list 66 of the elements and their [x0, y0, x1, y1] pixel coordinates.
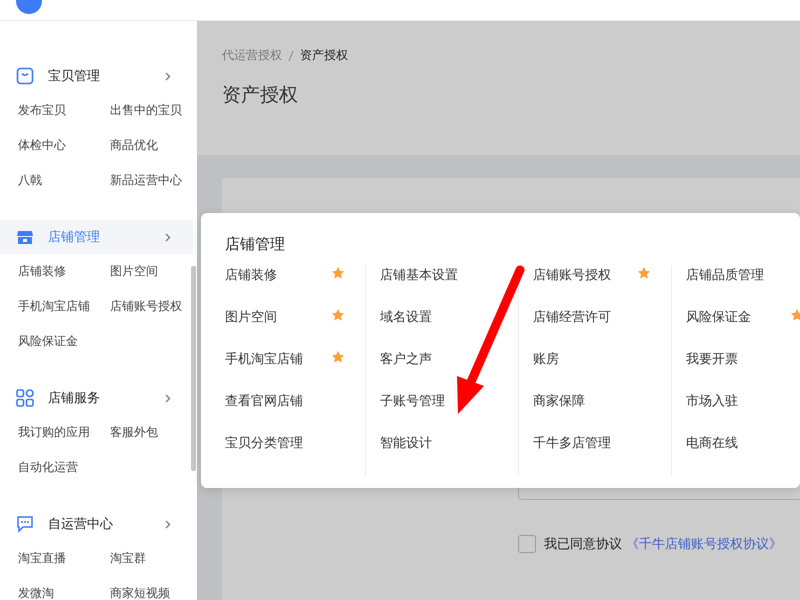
chat-icon [16, 515, 34, 533]
sidebar-item[interactable]: 发布宝贝 [18, 93, 66, 128]
menu-title: 店铺管理 [225, 235, 286, 254]
scrollbar[interactable] [191, 266, 196, 471]
sidebar-item[interactable]: 淘宝群 [110, 541, 146, 576]
menu-item[interactable]: 商家保障 [533, 392, 585, 410]
page-title: 资产授权 [222, 83, 299, 108]
menu-item[interactable]: 店铺品质管理 [686, 266, 764, 284]
chevron-icon [165, 72, 171, 80]
sidebar-item[interactable]: 店铺装修 [18, 254, 66, 289]
checkbox[interactable] [518, 535, 536, 553]
menu-item[interactable]: 电商在线 [686, 434, 738, 452]
menu-item[interactable]: 我要开票 [686, 350, 738, 368]
sidebar-item[interactable]: 商家短视频 [110, 576, 170, 600]
bag-icon [16, 67, 34, 85]
sidebar-item[interactable]: 我订购的应用 [18, 415, 90, 450]
star-icon[interactable] [637, 266, 651, 280]
agreement-link[interactable]: 《千牛店铺账号授权协议》 [626, 535, 782, 553]
star-icon[interactable] [331, 308, 345, 322]
chevron-icon [165, 394, 171, 402]
chevron-icon [165, 520, 171, 528]
sidebar-group-header[interactable]: 店铺服务 [0, 381, 193, 415]
sidebar-item[interactable]: 商品优化 [110, 128, 158, 163]
sidebar-group-header[interactable]: 自运营中心 [0, 507, 193, 541]
star-icon[interactable] [331, 350, 345, 364]
agreement-text: 我已同意协议 [544, 536, 622, 553]
sidebar-item[interactable]: 淘宝直播 [18, 541, 66, 576]
menu-item[interactable]: 店铺装修 [225, 266, 277, 284]
menu-item[interactable]: 市场入驻 [686, 392, 738, 410]
menu-item[interactable]: 店铺账号授权 [533, 266, 611, 284]
menu-item[interactable]: 风险保证金 [686, 308, 751, 326]
sidebar-item[interactable]: 客服外包 [110, 415, 158, 450]
menu-item[interactable]: 图片空间 [225, 308, 277, 326]
sidebar-group-header[interactable]: 宝贝管理 [0, 59, 193, 93]
menu-item[interactable]: 查看官网店铺 [225, 392, 303, 410]
menu-item[interactable]: 千牛多店管理 [533, 434, 611, 452]
sidebar-item[interactable]: 八戟 [18, 163, 42, 198]
star-icon[interactable] [790, 308, 800, 322]
sidebar-item[interactable]: 店铺账号授权 [110, 289, 182, 324]
menu-item[interactable]: 店铺基本设置 [380, 266, 458, 284]
sidebar-group-title: 自运营中心 [48, 516, 114, 533]
sidebar-item[interactable]: 体检中心 [18, 128, 66, 163]
sidebar-group-title: 店铺管理 [48, 229, 101, 246]
chevron-icon [165, 232, 171, 242]
sidebar-item[interactable]: 手机淘宝店铺 [18, 289, 90, 324]
menu-item[interactable]: 客户之声 [380, 350, 432, 368]
breadcrumb-separator-icon [288, 50, 294, 62]
menu-item[interactable]: 子账号管理 [380, 392, 445, 410]
menu-item[interactable]: 手机淘宝店铺 [225, 350, 303, 368]
sidebar-item[interactable]: 新品运营中心 [110, 163, 182, 198]
sidebar-item[interactable]: 发微淘 [18, 576, 54, 600]
menu-item[interactable]: 店铺经营许可 [533, 308, 611, 326]
menu-item[interactable]: 智能设计 [380, 434, 432, 452]
star-icon[interactable] [331, 266, 345, 280]
sidebar-group-title: 宝贝管理 [48, 68, 101, 85]
sidebar-item[interactable]: 图片空间 [110, 254, 158, 289]
sidebar-item[interactable]: 自动化运营 [18, 450, 78, 485]
sidebar-item[interactable]: 出售中的宝贝 [110, 93, 182, 128]
grid-icon [16, 389, 34, 407]
sidebar-group-title: 店铺服务 [48, 390, 101, 407]
menu-item[interactable]: 账房 [533, 350, 559, 368]
sidebar-item[interactable]: 风险保证金 [18, 324, 78, 359]
menu-item[interactable]: 宝贝分类管理 [225, 434, 303, 452]
sidebar-group-header[interactable]: 店铺管理 [0, 220, 193, 254]
menu-item[interactable]: 域名设置 [380, 308, 432, 326]
store-icon [16, 228, 34, 246]
